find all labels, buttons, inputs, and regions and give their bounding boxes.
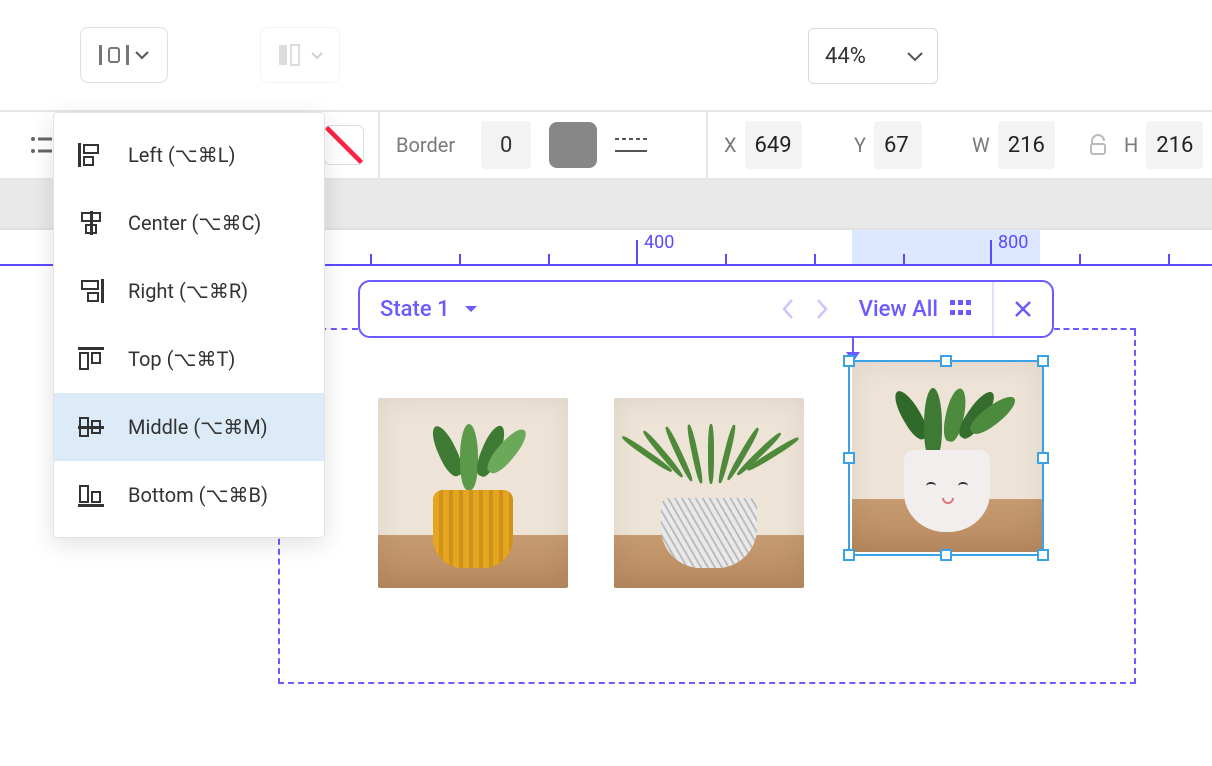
distribute-horizontal-icon xyxy=(99,43,129,67)
w-input[interactable]: 216 xyxy=(998,121,1055,169)
align-bottom-item[interactable]: Bottom (⌥⌘B) xyxy=(54,461,324,529)
product-image-1[interactable] xyxy=(378,398,568,588)
border-style-icon[interactable] xyxy=(615,136,647,154)
border-color-swatch[interactable] xyxy=(549,122,597,168)
fill-swatch[interactable] xyxy=(324,125,364,165)
product-image-2[interactable] xyxy=(614,398,804,588)
align-menu: Left (⌥⌘L) Center (⌥⌘C) Right (⌥⌘R) Top … xyxy=(53,112,325,538)
align-center-item[interactable]: Center (⌥⌘C) xyxy=(54,189,324,257)
menu-item-label: Left (⌥⌘L) xyxy=(128,143,235,167)
align-right-item[interactable]: Right (⌥⌘R) xyxy=(54,257,324,325)
align-top-item[interactable]: Top (⌥⌘T) xyxy=(54,325,324,393)
grid-icon xyxy=(950,300,972,318)
menu-item-label: Middle (⌥⌘M) xyxy=(128,415,268,439)
align-top-icon xyxy=(76,347,106,371)
zoom-value: 44% xyxy=(825,44,866,69)
zoom-select[interactable]: 44% xyxy=(808,28,938,84)
selection-box[interactable] xyxy=(848,360,1044,556)
y-input[interactable]: 67 xyxy=(874,121,922,169)
menu-item-label: Right (⌥⌘R) xyxy=(128,279,248,303)
align-right-icon xyxy=(76,279,106,303)
align-bottom-icon xyxy=(76,483,106,507)
close-icon xyxy=(1014,300,1032,318)
chevron-down-icon xyxy=(907,51,923,62)
state-panel: State 1 View All xyxy=(358,280,1054,338)
menu-item-label: Top (⌥⌘T) xyxy=(128,347,235,371)
align-middle-item[interactable]: Middle (⌥⌘M) xyxy=(54,393,324,461)
h-label: H xyxy=(1124,133,1138,157)
state-prev-button[interactable] xyxy=(771,282,805,336)
align-middle-icon xyxy=(76,415,106,439)
x-input[interactable]: 649 xyxy=(745,121,802,169)
align-left-item[interactable]: Left (⌥⌘L) xyxy=(54,121,324,189)
close-state-button[interactable] xyxy=(994,282,1052,336)
state-next-button[interactable] xyxy=(805,282,839,336)
caret-down-icon xyxy=(464,304,478,314)
align-left-icon xyxy=(76,143,106,167)
view-all-button[interactable]: View All xyxy=(839,282,992,336)
more-icon[interactable] xyxy=(30,136,52,154)
ruler-tick-label: 400 xyxy=(644,232,674,253)
chevron-down-icon xyxy=(135,50,149,60)
distribute-vertical-button[interactable] xyxy=(260,27,340,83)
w-label: W xyxy=(972,133,990,157)
view-all-label: View All xyxy=(859,297,938,322)
align-center-icon xyxy=(76,211,106,235)
border-width-input[interactable]: 0 xyxy=(481,121,531,169)
state-dropdown[interactable]: State 1 xyxy=(360,282,498,336)
chevron-down-icon xyxy=(311,51,323,60)
repeater-outline-top-right xyxy=(1054,328,1136,330)
y-label: Y xyxy=(854,133,866,157)
distribute-vertical-icon xyxy=(277,43,305,67)
h-input[interactable]: 216 xyxy=(1146,121,1203,169)
distribute-horizontal-button[interactable] xyxy=(80,27,168,83)
state-label: State 1 xyxy=(380,297,450,322)
x-label: X xyxy=(724,133,737,157)
top-toolbar: 44% xyxy=(0,0,1212,112)
ruler-tick-label: 800 xyxy=(998,232,1028,253)
lock-icon[interactable] xyxy=(1088,134,1108,156)
menu-item-label: Center (⌥⌘C) xyxy=(128,211,261,235)
menu-item-label: Bottom (⌥⌘B) xyxy=(128,483,268,507)
border-label: Border xyxy=(396,133,455,157)
